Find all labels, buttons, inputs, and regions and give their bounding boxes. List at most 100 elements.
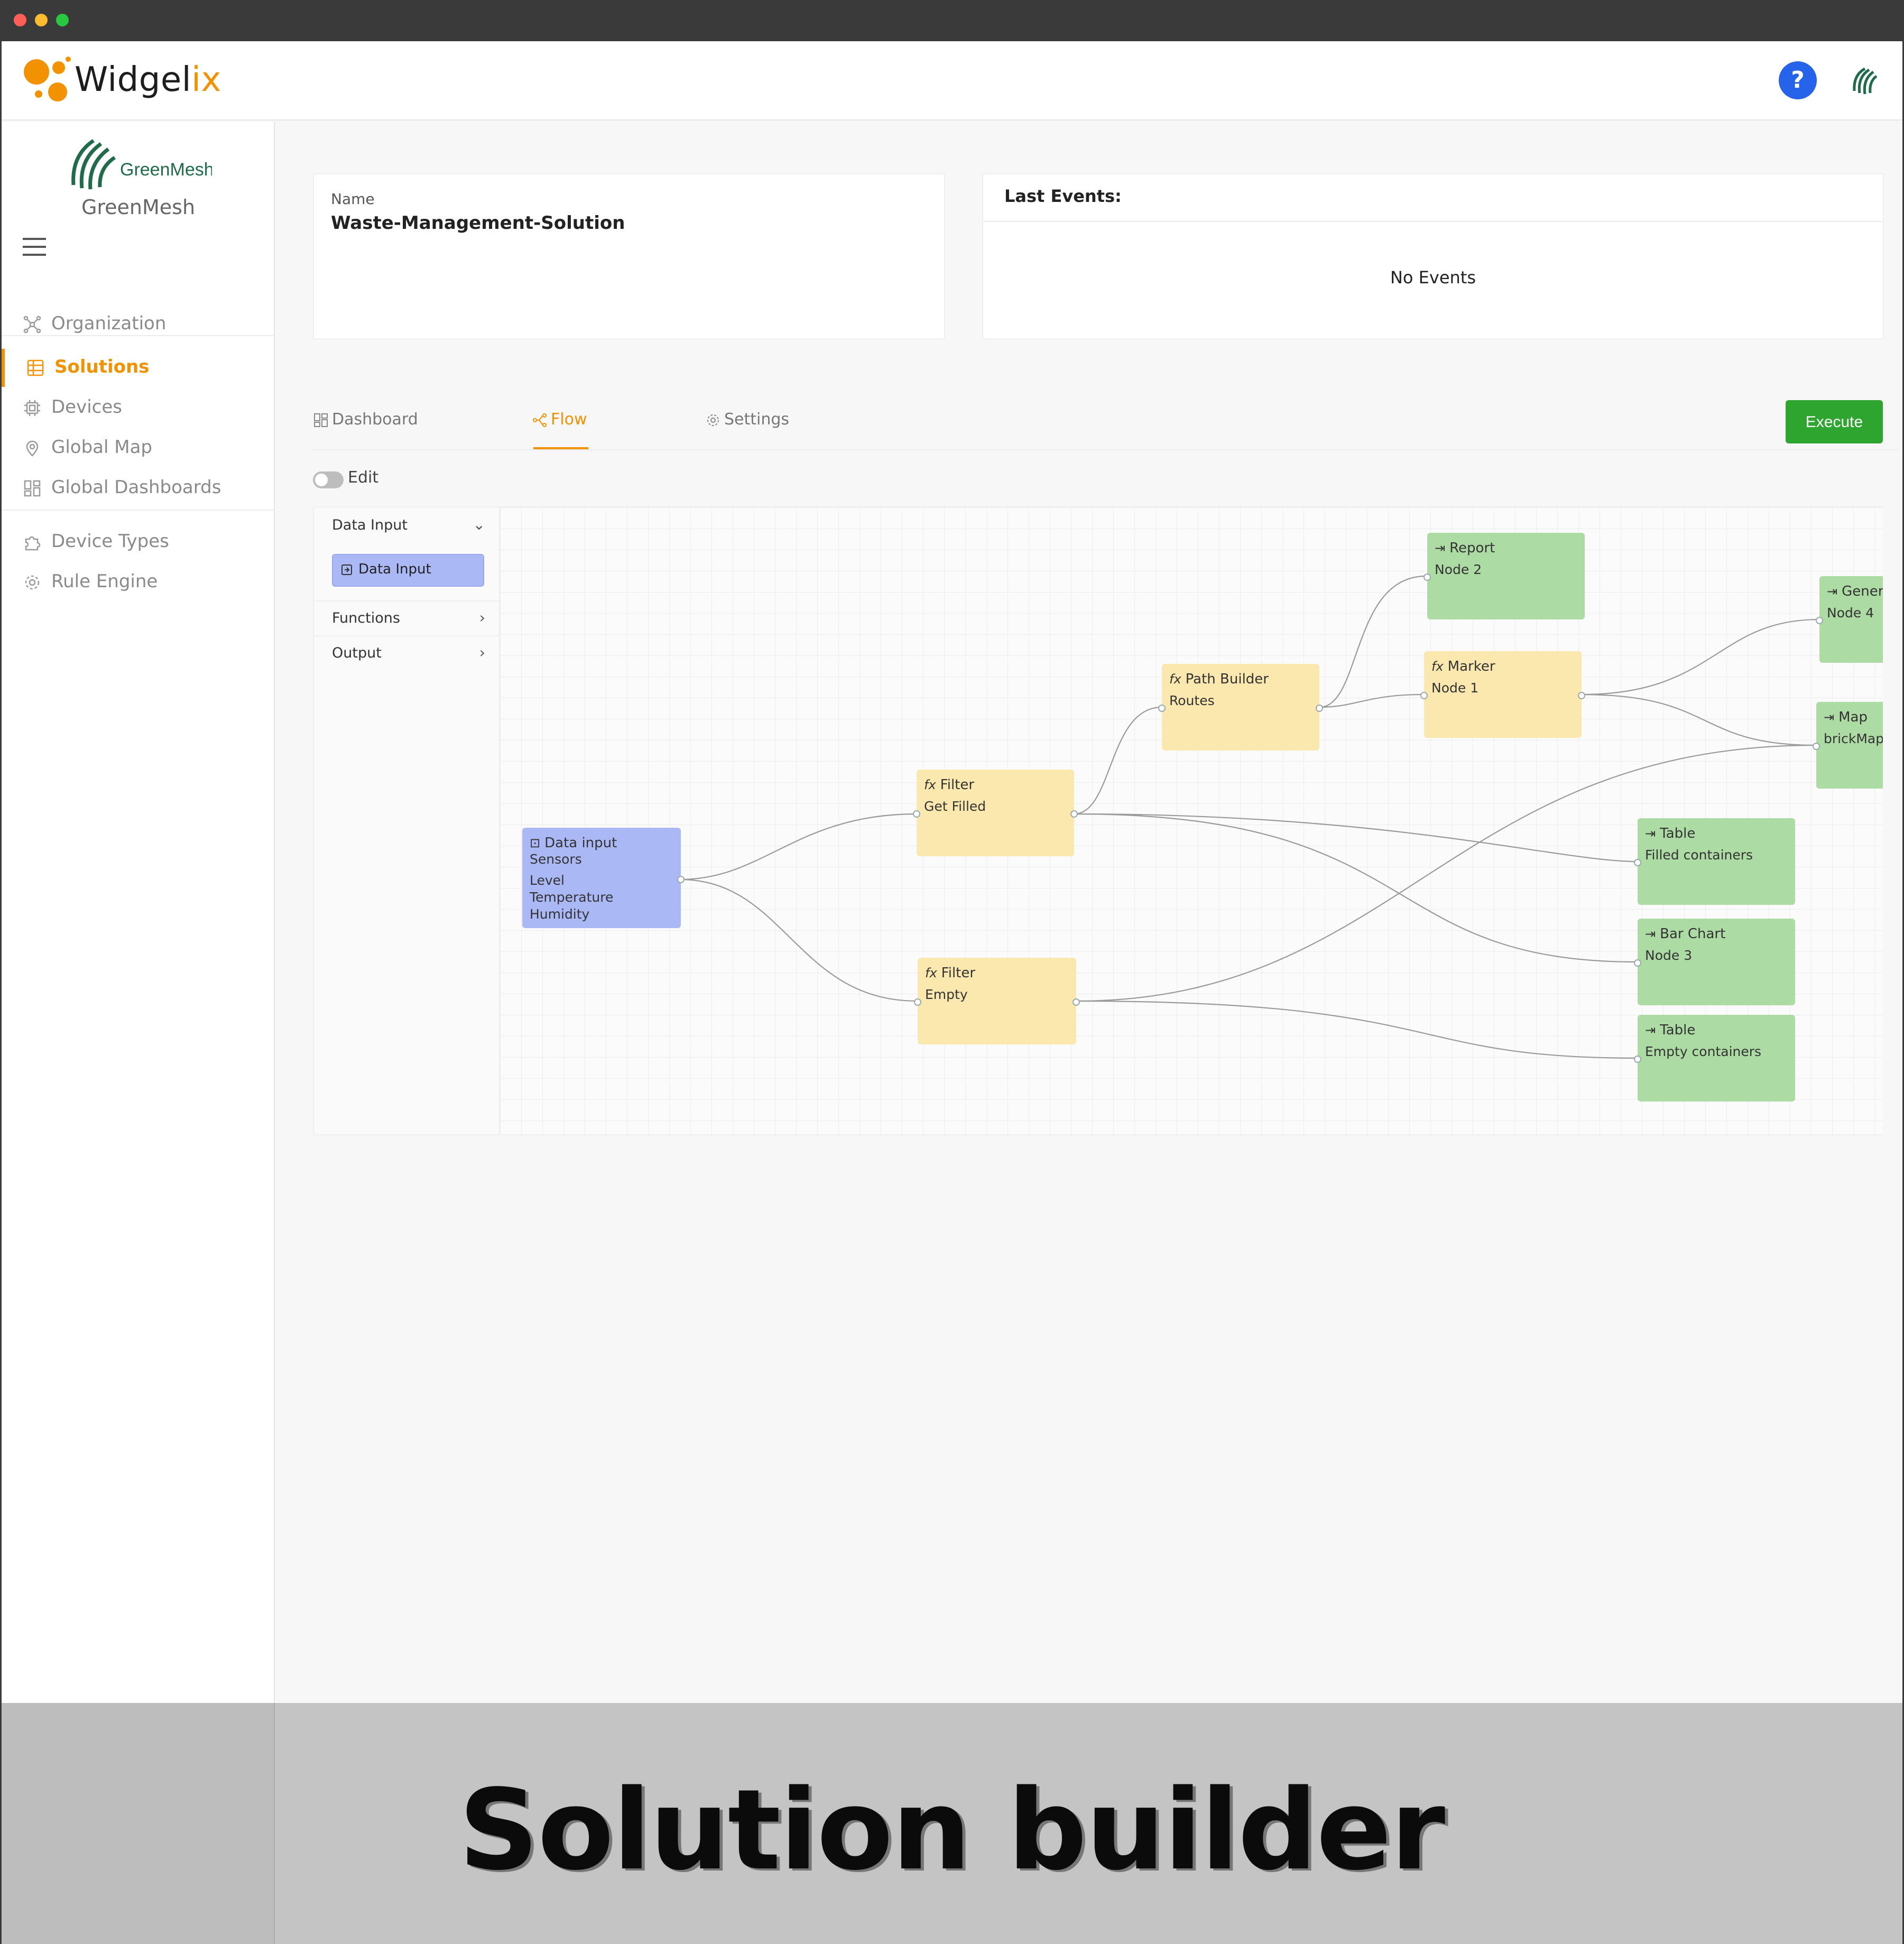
node-map[interactable]: ⇥ Map brickMap bbox=[1813, 702, 1883, 789]
node-path-builder[interactable]: fx Path Builder Routes bbox=[1158, 664, 1323, 751]
flow-canvas[interactable]: ⊡ Data input Sensors Level Temperature Hu… bbox=[500, 506, 1883, 1135]
organization-name: GreenMesh bbox=[81, 196, 196, 219]
palette-section-output[interactable]: Output › bbox=[314, 635, 501, 670]
app-logo-text[interactable]: Widgelix bbox=[75, 60, 221, 99]
banner-title: Solution builder bbox=[458, 1765, 1445, 1895]
help-button[interactable]: ? bbox=[1779, 61, 1817, 99]
node-header: ⇥ Report bbox=[1435, 540, 1495, 556]
close-window-button[interactable] bbox=[14, 14, 26, 26]
palette-section-label: Output bbox=[332, 645, 382, 661]
input-port[interactable] bbox=[1420, 692, 1428, 699]
edge-filled-to-pathbuilder bbox=[1074, 706, 1162, 815]
node-title: Filter bbox=[940, 777, 975, 793]
tab-flow[interactable]: Flow bbox=[532, 406, 606, 443]
toggle-knob bbox=[315, 474, 328, 486]
window-titlebar bbox=[0, 0, 1904, 41]
node-filter-empty[interactable]: fx Filter Empty bbox=[914, 958, 1080, 1044]
node-lines: Sensors Level Temperature Humidity bbox=[530, 851, 613, 923]
node-subtitle: Node 2 bbox=[1435, 562, 1482, 577]
sidebar-item-global-dashboards[interactable]: Global Dashboards bbox=[2, 469, 275, 507]
sidebar-item-label: Device Types bbox=[51, 531, 169, 552]
input-port[interactable] bbox=[1158, 705, 1166, 712]
output-port[interactable] bbox=[677, 876, 685, 883]
sidebar-item-label: Global Dashboards bbox=[51, 477, 221, 498]
input-port[interactable] bbox=[1816, 617, 1823, 624]
sidebar-item-solutions[interactable]: Solutions bbox=[2, 349, 278, 387]
sidebar-divider bbox=[2, 335, 275, 336]
input-port[interactable] bbox=[1634, 1056, 1641, 1063]
node-title: Filter bbox=[941, 965, 976, 981]
user-avatar-icon[interactable] bbox=[1849, 64, 1881, 96]
palette-section-data-input[interactable]: Data Input ⌄ bbox=[314, 508, 501, 542]
input-port[interactable] bbox=[913, 810, 920, 818]
node-data-input[interactable]: ⊡ Data input Sensors Level Temperature Hu… bbox=[522, 828, 685, 928]
node-report[interactable]: ⇥ Report Node 2 bbox=[1424, 533, 1585, 619]
node-title: Data input bbox=[544, 835, 617, 851]
input-port[interactable] bbox=[1424, 573, 1431, 581]
node-marker[interactable]: fx Marker Node 1 bbox=[1420, 651, 1585, 738]
node-line: Level bbox=[530, 873, 565, 888]
tab-dashboard[interactable]: Dashboard bbox=[313, 406, 440, 443]
node-header: fx Marker bbox=[1431, 659, 1495, 674]
tab-settings[interactable]: Settings bbox=[705, 406, 811, 443]
execute-button[interactable]: Execute bbox=[1786, 400, 1883, 443]
output-icon: ⇥ bbox=[1435, 541, 1446, 556]
node-subtitle: Node 1 bbox=[1431, 680, 1479, 696]
node-table-empty[interactable]: ⇥ Table Empty containers bbox=[1634, 1015, 1795, 1101]
sidebar-item-organization[interactable]: Organization bbox=[2, 306, 275, 344]
sidebar-item-label: Organization bbox=[51, 313, 167, 334]
menu-toggle-icon[interactable] bbox=[23, 238, 46, 257]
output-port[interactable] bbox=[1578, 692, 1585, 699]
palette-chip-label: Data Input bbox=[358, 561, 431, 577]
maximize-window-button[interactable] bbox=[56, 14, 69, 26]
edit-toggle[interactable] bbox=[313, 471, 344, 488]
minimize-window-button[interactable] bbox=[35, 14, 48, 26]
tab-label: Dashboard bbox=[332, 410, 418, 429]
palette-section-label: Data Input bbox=[332, 517, 408, 533]
node-gener[interactable]: ⇥ Gener Node 4 bbox=[1816, 576, 1883, 663]
palette-section-label: Functions bbox=[332, 610, 400, 626]
palette-section-functions[interactable]: Functions › bbox=[314, 600, 501, 635]
node-subtitle: Filled containers bbox=[1645, 847, 1753, 863]
node-title: Report bbox=[1449, 540, 1495, 556]
node-line: Humidity bbox=[530, 906, 590, 922]
edit-toggle-label: Edit bbox=[348, 468, 379, 487]
no-events-message: No Events bbox=[1390, 267, 1476, 288]
node-line: Sensors bbox=[530, 851, 582, 867]
input-port[interactable] bbox=[1634, 859, 1641, 866]
output-port[interactable] bbox=[1070, 810, 1078, 818]
sidebar: GreenMesh GreenMesh Organization Solutio… bbox=[2, 122, 275, 1703]
node-table-filled[interactable]: ⇥ Table Filled containers bbox=[1634, 818, 1795, 905]
palette-chip-data-input[interactable]: Data Input bbox=[332, 554, 484, 587]
node-title: Table bbox=[1660, 1022, 1696, 1038]
app-name-suffix: ix bbox=[191, 60, 221, 99]
output-port[interactable] bbox=[1316, 705, 1323, 712]
promo-banner: Solution builder bbox=[275, 1703, 1902, 1944]
edge-marker-to-map bbox=[1581, 693, 1817, 746]
output-icon: ⇥ bbox=[1645, 927, 1656, 941]
greenmesh-logo-icon: GreenMesh bbox=[71, 139, 212, 190]
node-header: fx Path Builder bbox=[1169, 671, 1269, 687]
banner-sidebar-shade bbox=[2, 1703, 275, 1944]
function-icon: fx bbox=[1431, 659, 1444, 674]
node-subtitle: brickMap bbox=[1824, 731, 1883, 746]
edge-input-to-filter-filled bbox=[679, 813, 917, 881]
output-port[interactable] bbox=[1073, 998, 1080, 1006]
sidebar-item-rule-engine[interactable]: Rule Engine bbox=[2, 563, 275, 601]
node-header: fx Filter bbox=[924, 777, 974, 793]
node-title: Table bbox=[1660, 826, 1696, 841]
tabs-divider bbox=[313, 449, 1899, 450]
input-port[interactable] bbox=[914, 998, 921, 1006]
node-header: ⇥ Map bbox=[1824, 709, 1868, 725]
sidebar-divider bbox=[2, 510, 275, 511]
sidebar-item-devices[interactable]: Devices bbox=[2, 389, 275, 427]
input-port[interactable] bbox=[1634, 959, 1641, 967]
node-title: Map bbox=[1838, 709, 1868, 725]
input-port[interactable] bbox=[1813, 743, 1820, 750]
sidebar-item-device-types[interactable]: Device Types bbox=[2, 523, 275, 561]
node-filter-get-filled[interactable]: fx Filter Get Filled bbox=[913, 770, 1078, 856]
node-bar-chart[interactable]: ⇥ Bar Chart Node 3 bbox=[1634, 919, 1795, 1005]
chevron-right-icon: › bbox=[479, 609, 485, 626]
node-subtitle: Routes bbox=[1169, 693, 1215, 708]
sidebar-item-global-map[interactable]: Global Map bbox=[2, 429, 275, 467]
